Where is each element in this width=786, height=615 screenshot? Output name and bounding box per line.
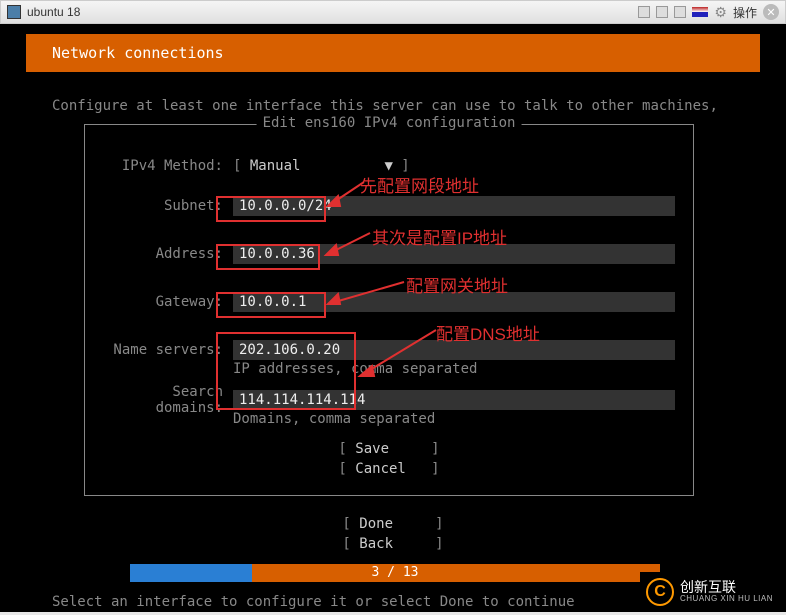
row-searchdomains: Search domains: 114.114.114.114 [103,389,675,411]
config-buttons: [ Save ] [ Cancel ] [103,439,675,479]
gateway-label: Gateway: [103,294,223,310]
searchdomains-label: Search domains: [103,384,223,416]
row-subnet: Subnet: 10.0.0.0/24 [103,195,675,217]
vm-device-icon-2[interactable] [656,6,668,18]
vm-title: ubuntu 18 [27,5,80,19]
close-icon[interactable]: ✕ [763,4,779,20]
watermark-logo: C [646,578,674,606]
back-button[interactable]: [ Back ] [0,534,786,554]
annotation-gateway: 配置网关地址 [406,272,508,297]
vm-device-icon-3[interactable] [674,6,686,18]
nameservers-label: Name servers: [103,342,223,358]
vm-device-icon-1[interactable] [638,6,650,18]
watermark-line2: CHUANG XIN HU LIAN [680,595,773,604]
row-gateway: Gateway: 10.0.0.1 [103,291,675,313]
row-nameservers: Name servers: 202.106.0.20 [103,339,675,361]
vm-action-label[interactable]: 操作 [733,4,757,21]
annotation-address: 其次是配置IP地址 [372,224,507,249]
watermark: C 创新互联 CHUANG XIN HU LIAN [640,572,786,612]
annotation-subnet: 先配置网段地址 [360,172,479,197]
done-button[interactable]: [ Done ] [0,514,786,534]
config-box-title: Edit ens160 IPv4 configuration [257,115,522,131]
vm-titlebar: ubuntu 18 ⚙ 操作 ✕ [0,0,786,24]
instruction-text: Configure at least one interface this se… [52,98,718,114]
method-value: Manual [250,158,301,174]
flag-icon [692,7,708,17]
bottom-instruction: Select an interface to configure it or s… [52,594,575,610]
vm-toolbar: ⚙ 操作 ✕ [638,4,779,21]
vm-icon [7,5,21,19]
subnet-input[interactable]: 10.0.0.0/24 [233,196,675,216]
address-label: Address: [103,246,223,262]
annotation-dns: 配置DNS地址 [436,320,540,345]
method-label: IPv4 Method: [103,158,223,174]
searchdomains-input[interactable]: 114.114.114.114 [233,390,675,410]
subnet-label: Subnet: [103,198,223,214]
watermark-line1: 创新互联 [680,580,773,595]
gear-icon[interactable]: ⚙ [714,4,727,21]
installer-screen: Network connections Configure at least o… [0,24,786,612]
nav-buttons: [ Done ] [ Back ] [0,514,786,554]
page-title: Network connections [52,44,224,62]
installer-header: Network connections [26,34,760,72]
save-button[interactable]: [ Save ] [103,439,675,459]
progress-text: 3 / 13 [130,564,660,582]
nameservers-hint: IP addresses, comma separated [233,361,675,377]
searchdomains-hint: Domains, comma separated [233,411,675,427]
progress-bar: 3 / 13 [130,564,660,582]
cancel-button[interactable]: [ Cancel ] [103,459,675,479]
